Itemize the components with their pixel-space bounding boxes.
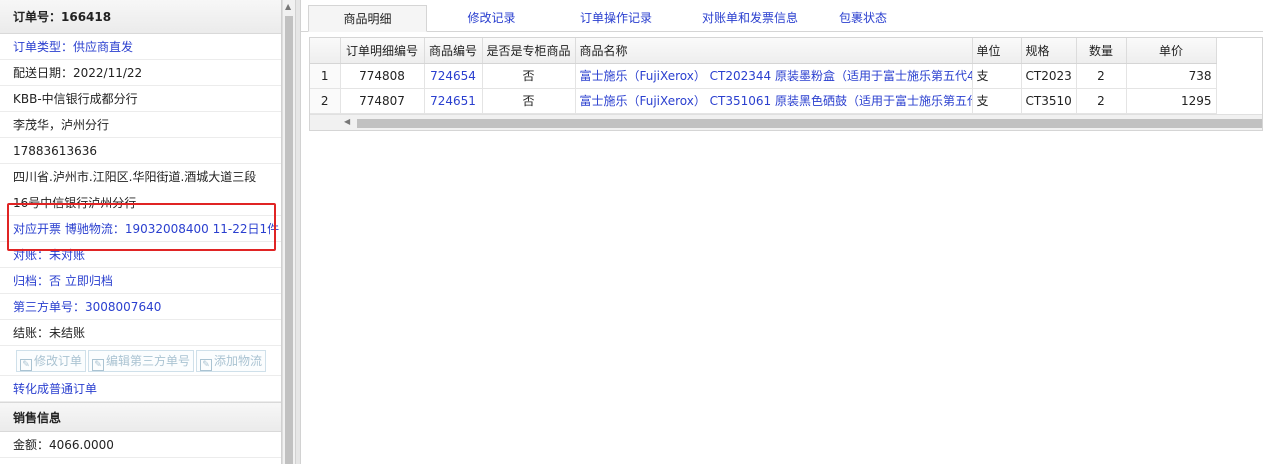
sales-amount: 金额：4066.0000 [0,432,281,458]
edit-icon: ✎ [20,359,32,371]
unit-cell: 支 [972,63,1022,89]
archive-now-link[interactable]: 立即归档 [65,274,113,288]
col-header-name[interactable]: 商品名称 [575,38,973,64]
row-number: 1 [310,63,341,89]
row-number: 2 [310,88,341,114]
tab-statement-invoice[interactable]: 对账单和发票信息 [679,5,821,32]
counter-cell: 否 [482,63,576,89]
archive-value: 否 [49,274,62,288]
grid-horizontal-scrollbar[interactable]: ◀ [310,114,1262,130]
spec-cell: CT2023 [1021,63,1077,89]
col-header-counter[interactable]: 是否是专柜商品 [482,38,576,64]
edit-order-button[interactable]: ✎ 修改订单 [16,350,87,372]
counter-cell: 否 [482,88,576,114]
tab-bar: 商品明细 修改记录 订单操作记录 对账单和发票信息 包裹状态 [301,0,1263,32]
contact-name: 李茂华，泸州分行 [0,112,281,138]
table-row[interactable]: 2 774807 724651 否 富士施乐（FujiXerox） CT3510… [310,88,1217,114]
price-cell: 738 [1126,63,1217,89]
order-action-buttons: ✎ 修改订单 ✎ 编辑第三方单号 ✎ 添加物流 [0,346,281,376]
spec-cell: CT3510 [1021,88,1077,114]
edit-icon: ✎ [92,359,105,371]
branch-name: KBB-中信银行成都分行 [0,86,281,112]
col-header-product-id[interactable]: 商品编号 [424,38,483,64]
qty-cell: 2 [1076,88,1127,114]
detail-id-cell: 774807 [340,88,425,114]
product-name-link[interactable]: 富士施乐（FujiXerox） CT351061 原装黑色硒鼓（适用于富士施乐第… [575,88,973,114]
col-header-rownum [310,38,341,64]
table-row[interactable]: 1 774808 724654 否 富士施乐（FujiXerox） CT2023… [310,63,1217,89]
scroll-left-icon[interactable]: ◀ [344,117,350,126]
col-header-unit[interactable]: 单位 [972,38,1022,64]
product-id-link[interactable]: 724654 [424,63,483,89]
order-number-header: 订单号：166418 [0,0,281,34]
col-header-price[interactable]: 单价 [1126,38,1217,64]
order-number: 订单号：166418 [13,10,112,24]
grid-header-row: 订单明细编号 商品编号 是否是专柜商品 商品名称 单位 规格 数量 单价 [310,38,1217,64]
detail-id-cell: 774808 [340,63,425,89]
tab-package-status[interactable]: 包裹状态 [827,5,899,32]
order-type: 订单类型：供应商直发 [0,34,281,60]
col-header-spec[interactable]: 规格 [1021,38,1077,64]
third-party-number[interactable]: 第三方单号：3008007640 [0,294,281,320]
detail-panel: 商品明细 修改记录 订单操作记录 对账单和发票信息 包裹状态 订单明细编号 商品… [301,0,1263,464]
col-header-qty[interactable]: 数量 [1076,38,1127,64]
tab-operation-log[interactable]: 订单操作记录 [563,5,669,32]
unit-cell: 支 [972,88,1022,114]
qty-cell: 2 [1076,63,1127,89]
settlement-status: 结账：未结账 [0,320,281,346]
edit-third-party-button[interactable]: ✎ 编辑第三方单号 [88,350,195,372]
scroll-up-icon[interactable]: ▲ [285,2,291,11]
tab-product-details[interactable]: 商品明细 [308,5,427,32]
scrollbar-thumb[interactable] [285,16,293,464]
archive-row: 归档：否 立即归档 [0,268,281,294]
delivery-address: 四川省.泸州市.江阳区.华阳街道.酒城大道三段16号中信银行泸州分行 [0,164,281,216]
reconcile-status[interactable]: 对账：未对账 [0,242,281,268]
contact-phone: 17883613636 [0,138,281,164]
left-panel-scrollbar[interactable]: ▲ [282,0,295,464]
order-info-panel: 订单号：166418 订单类型：供应商直发 配送日期：2022/11/22 KB… [0,0,282,464]
product-name-link[interactable]: 富士施乐（FujiXerox） CT202344 原装墨粉盒（适用于富士施乐第五… [575,63,973,89]
delivery-date: 配送日期：2022/11/22 [0,60,281,86]
price-cell: 1295 [1126,88,1217,114]
add-logistics-button[interactable]: ✎ 添加物流 [196,350,267,372]
sales-info-header: 销售信息 [0,402,281,432]
edit-icon: ✎ [200,359,213,371]
col-header-detail-id[interactable]: 订单明细编号 [340,38,425,64]
archive-label: 归档： [13,274,50,288]
tab-change-log[interactable]: 修改记录 [449,5,534,32]
product-id-link[interactable]: 724651 [424,88,483,114]
product-detail-grid: 订单明细编号 商品编号 是否是专柜商品 商品名称 单位 规格 数量 单价 1 7… [309,37,1263,131]
scrollbar-thumb[interactable] [357,119,1262,128]
convert-to-normal-order-link[interactable]: 转化成普通订单 [0,376,281,402]
invoice-logistics-link[interactable]: 对应开票 博驰物流：19032008400 11-22日1件 [0,216,281,242]
